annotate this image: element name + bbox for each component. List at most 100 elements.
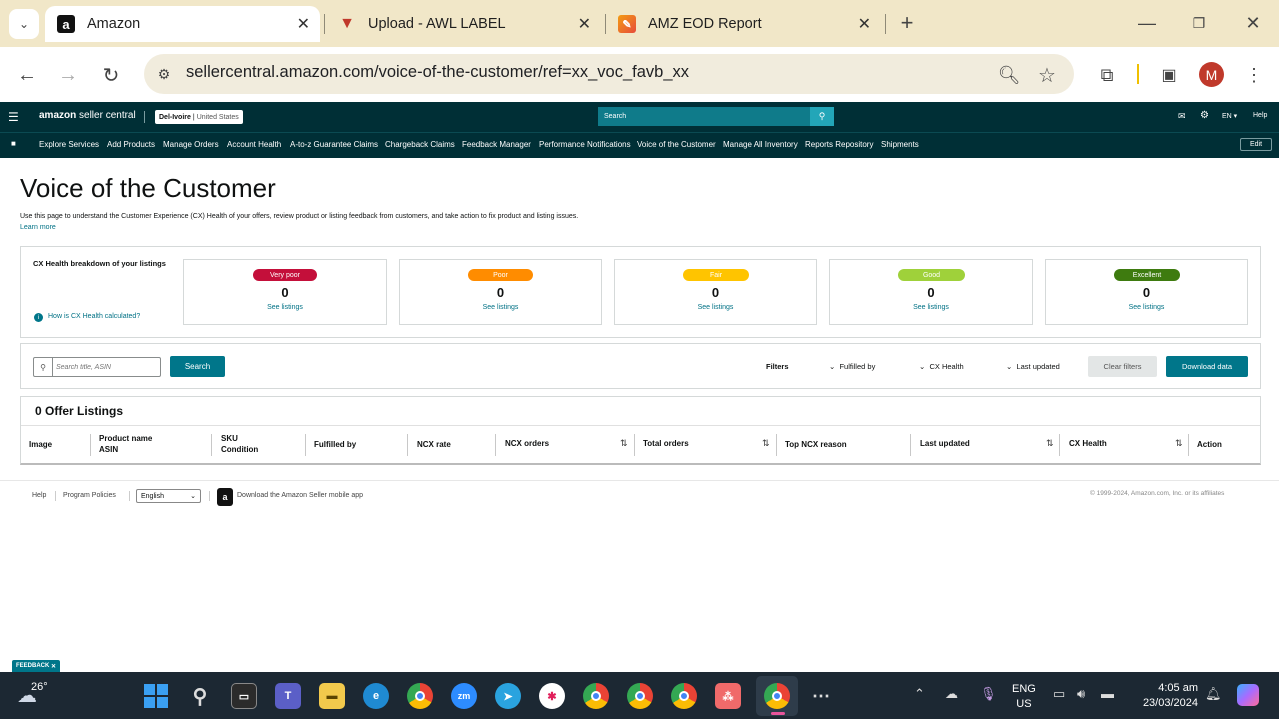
chrome-icon[interactable] [407,683,433,709]
col-sku[interactable]: SKU [221,434,238,443]
nav-reports-repository[interactable]: Reports Repository [805,140,873,149]
tray-overflow-icon[interactable]: ⌃ [914,686,925,702]
help-link[interactable]: Help [1253,112,1267,119]
nav-add-products[interactable]: Add Products [107,140,155,149]
poor-see-listings[interactable]: See listings [400,304,601,311]
tab-amazon[interactable]: a Amazon ✕ [45,6,320,42]
nav-shipments[interactable]: Shipments [881,140,919,149]
url-text[interactable]: sellercentral.amazon.com/voice-of-the-cu… [186,63,689,82]
language-selector[interactable]: EN ▾ [1222,112,1237,120]
minimize-icon[interactable]: — [1134,10,1160,36]
task-view-icon[interactable]: ▭ [231,683,257,709]
zoom-icon[interactable]: 🔍︎ [996,62,1022,88]
nav-manage-all-inventory[interactable]: Manage All Inventory [723,140,798,149]
telegram-icon[interactable]: ➤ [495,683,521,709]
asana-icon[interactable]: ⁂ [715,683,741,709]
input-language[interactable]: ENG US [1012,682,1036,712]
filter-cx-health[interactable]: ⌄ CX Health [919,362,964,371]
learn-more-link[interactable]: Learn more [20,224,56,231]
chrome-active-icon[interactable] [764,683,790,709]
footer-help-link[interactable]: Help [32,492,46,499]
site-info-icon[interactable]: ⚙ [152,62,176,86]
window-close-icon[interactable]: ✕ [1240,10,1266,36]
nav-a-to-z-claims[interactable]: A-to-z Guarantee Claims [290,140,378,149]
nav-manage-orders[interactable]: Manage Orders [163,140,219,149]
col-product-name[interactable]: Product name [99,434,152,443]
col-ncx-orders[interactable]: NCX orders [505,439,549,448]
excellent-see-listings[interactable]: See listings [1046,304,1247,311]
search-button[interactable]: Search [170,356,225,377]
nav-voice-of-customer[interactable]: Voice of the Customer [637,140,716,149]
col-top-ncx-reason[interactable]: Top NCX reason [785,440,847,449]
very-poor-see-listings[interactable]: See listings [184,304,386,311]
chrome-profile-icon[interactable] [671,683,697,709]
nav-chargeback-claims[interactable]: Chargeback Claims [385,140,455,149]
nav-account-health[interactable]: Account Health [227,140,281,149]
listing-search-box[interactable]: ⚲ [33,357,161,377]
teams-icon[interactable]: T [275,683,301,709]
weather-temp[interactable]: 26° [31,681,48,693]
bookmark-icon[interactable]: ■ [11,139,16,148]
col-cx-health[interactable]: CX Health [1069,439,1107,448]
notification-bell-icon[interactable]: 🔔︎ [1205,686,1222,702]
bookmark-star-icon[interactable]: ☆ [1034,62,1060,88]
nav-explore-services[interactable]: Explore Services [39,140,99,149]
good-see-listings[interactable]: See listings [830,304,1032,311]
amazon-app-icon[interactable]: a [217,488,233,506]
chrome-profile-icon[interactable] [583,683,609,709]
sort-icon[interactable]: ⇅ [1175,438,1183,449]
forward-icon[interactable]: → [55,62,81,88]
col-total-orders[interactable]: Total orders [643,439,689,448]
restore-icon[interactable]: ❐ [1186,10,1212,36]
extensions-icon[interactable]: ⧉ [1094,62,1120,88]
chrome-profile-icon[interactable] [627,683,653,709]
settings-gear-icon[interactable]: ⚙ [1200,110,1209,121]
footer-app-link[interactable]: Download the Amazon Seller mobile app [237,492,363,499]
reload-icon[interactable]: ↻ [98,62,124,88]
close-icon[interactable]: ✕ [297,14,310,34]
hamburger-menu-icon[interactable]: ☰ [8,110,19,124]
microphone-icon[interactable]: 🎙︎ [980,686,997,702]
zoom-app-icon[interactable]: zm [451,683,477,709]
account-switcher[interactable]: Del-Ivoire | United States [155,110,243,124]
col-asin[interactable]: ASIN [99,445,118,454]
close-icon[interactable]: ✕ [578,14,591,34]
back-icon[interactable]: ← [14,62,40,88]
mail-icon[interactable]: ✉ [1178,111,1186,122]
cloud-sync-icon[interactable]: ☁ [945,686,958,702]
cx-calc-link[interactable]: How is CX Health calculated? [48,313,140,320]
clear-filters-button[interactable]: Clear filters [1088,356,1157,377]
seller-central-logo[interactable]: amazon seller central [39,110,136,121]
tab-search-button[interactable]: ⌄ [9,9,39,39]
slack-icon[interactable]: ✱ [539,683,565,709]
side-panel-icon[interactable]: ▣ [1156,62,1182,88]
fair-see-listings[interactable]: See listings [615,304,816,311]
tab-amz-eod-report[interactable]: ✎ AMZ EOD Report ✕ [606,6,881,42]
battery-icon[interactable]: ▬ [1101,686,1114,701]
sort-icon[interactable]: ⇅ [762,438,770,449]
listing-search-input[interactable] [56,360,156,374]
new-tab-icon[interactable]: + [894,10,920,36]
footer-policies-link[interactable]: Program Policies [63,492,116,499]
sort-icon[interactable]: ⇅ [1046,438,1054,449]
download-data-button[interactable]: Download data [1166,356,1248,377]
search-taskbar-icon[interactable]: ⚲ [187,683,213,709]
feedback-tab[interactable]: FEEDBACK ✕ [12,660,61,672]
more-apps-icon[interactable]: ⋯ [808,683,834,709]
filter-fulfilled-by[interactable]: ⌄ Fulfilled by [829,362,875,371]
close-icon[interactable]: ✕ [858,14,871,34]
edge-icon[interactable]: e [363,683,389,709]
menu-icon[interactable]: ⋮ [1241,62,1267,88]
clock[interactable]: 4:05 am 23/03/2024 [1132,681,1198,711]
col-last-updated[interactable]: Last updated [920,439,970,448]
col-condition[interactable]: Condition [221,445,258,454]
filter-last-updated[interactable]: ⌄ Last updated [1006,362,1060,371]
col-ncx-rate[interactable]: NCX rate [417,440,451,449]
nav-performance-notifications[interactable]: Performance Notifications [539,140,631,149]
volume-icon[interactable]: 🔊︎ [1077,686,1085,702]
nav-edit-button[interactable]: Edit [1240,138,1272,151]
network-icon[interactable]: ▭ [1053,686,1065,702]
footer-language-select[interactable]: English ⌄ [136,489,201,503]
copilot-icon[interactable] [1237,684,1259,706]
header-search-icon[interactable]: ⚲ [810,107,834,126]
